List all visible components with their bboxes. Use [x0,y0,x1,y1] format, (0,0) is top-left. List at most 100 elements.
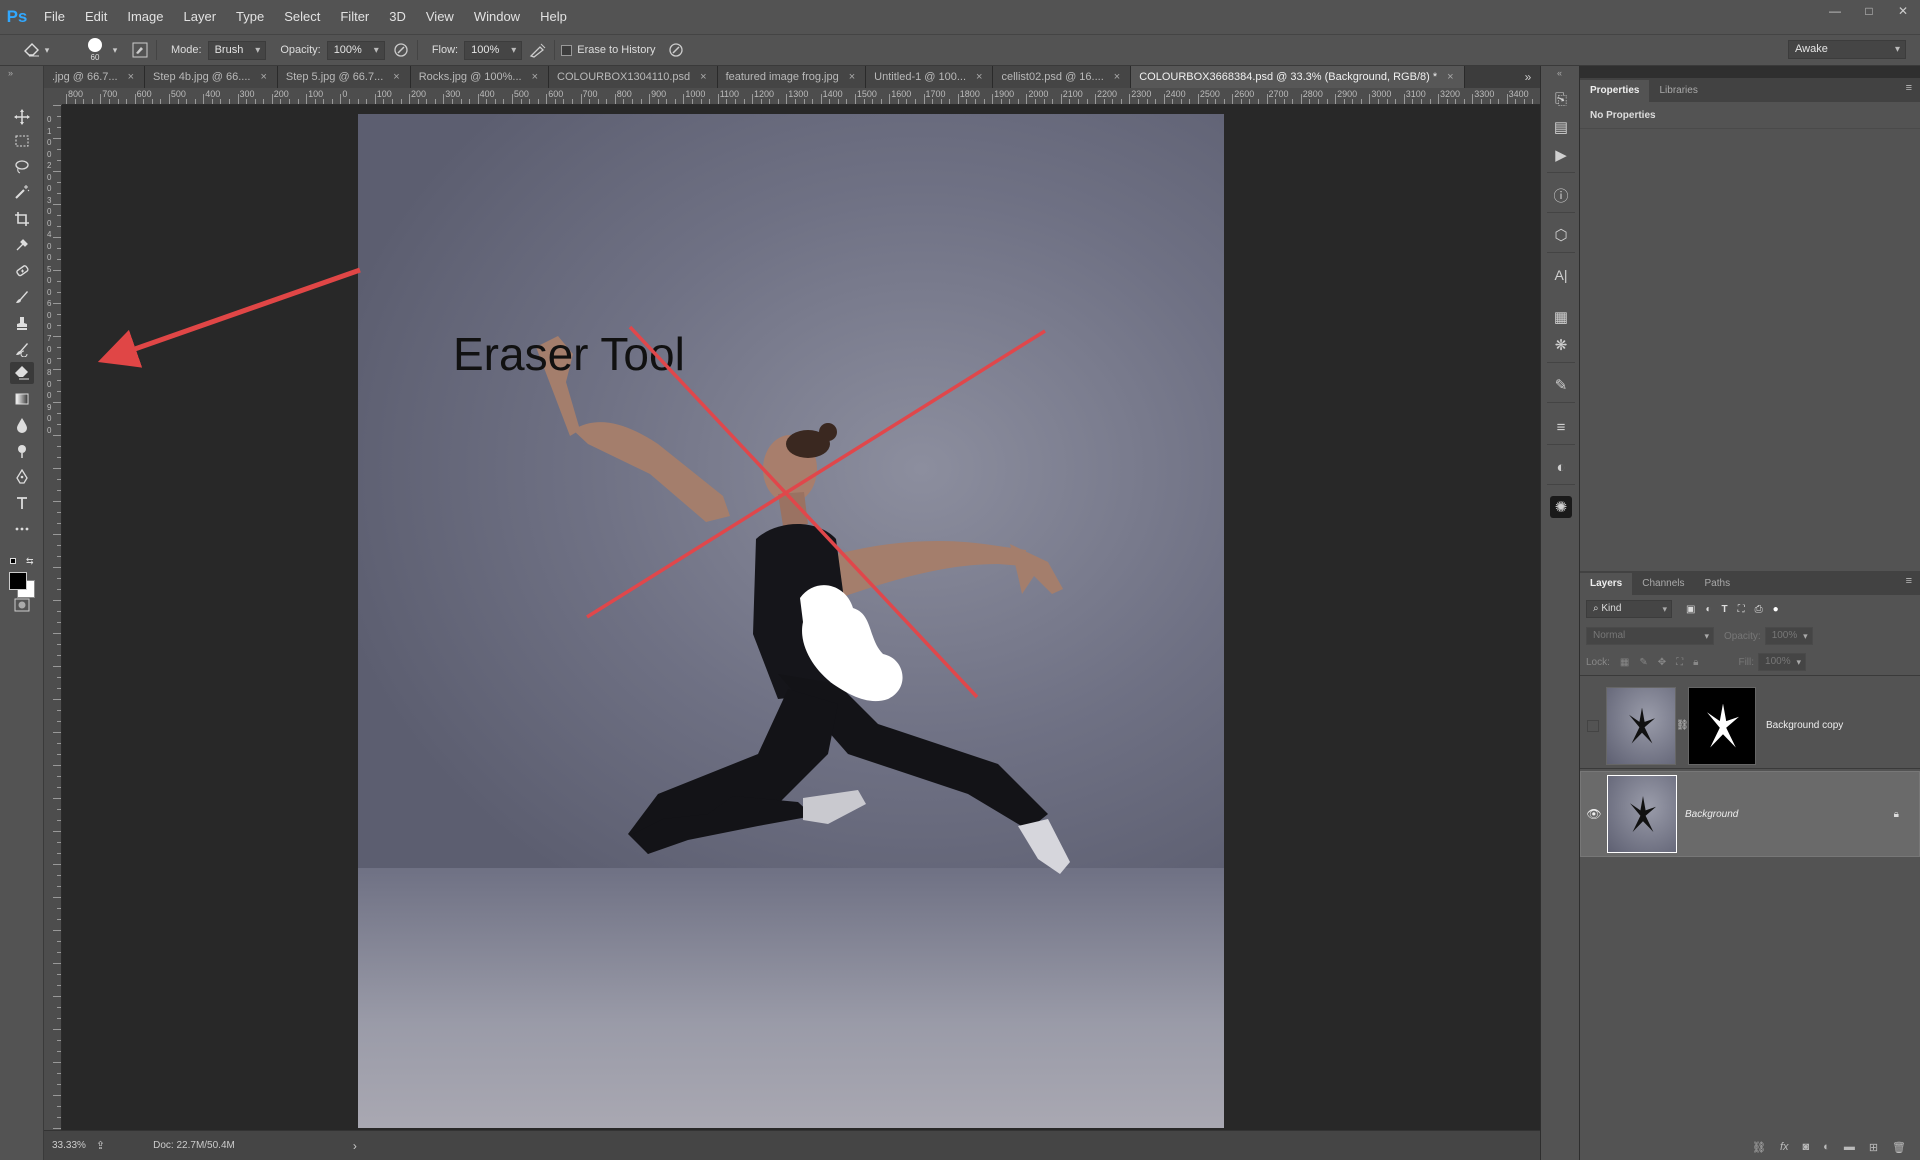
document-tab[interactable]: COLOURBOX1304110.psd × [549,66,718,88]
add-mask-icon[interactable]: ◙ [1803,1141,1810,1153]
zoom-level[interactable]: 33.33% [52,1140,86,1151]
filter-pixel-icon[interactable]: ▣ [1686,604,1695,615]
tab-close-icon[interactable]: × [532,66,538,88]
tab-libraries[interactable]: Libraries [1649,80,1707,102]
tab-close-icon[interactable]: × [976,66,982,88]
chevron-down-icon[interactable]: ▾ [110,40,120,60]
default-colors-icon[interactable]: ⇆ [10,556,34,568]
menu-filter[interactable]: Filter [330,0,379,34]
menu-help[interactable]: Help [530,0,577,34]
foreground-color-swatch[interactable] [9,572,27,590]
filter-smart-object-icon[interactable]: ⎙ [1755,604,1763,615]
tab-close-icon[interactable]: × [128,66,134,88]
tab-channels[interactable]: Channels [1632,573,1694,595]
menu-select[interactable]: Select [274,0,330,34]
collapse-dock-icon[interactable]: « [1557,68,1562,78]
type-tool-icon[interactable] [10,492,34,514]
lock-position-icon[interactable]: ✥ [1658,657,1666,668]
crop-tool-icon[interactable] [10,208,34,230]
tab-overflow-button[interactable]: » [1516,66,1540,88]
new-layer-icon[interactable]: ⊞ [1869,1141,1878,1154]
vertical-ruler[interactable]: 0 1 0 0 2 0 0 3 0 0 4 0 0 5 0 0 6 0 0 7 0 0 8 0 0 9 0 0 [44,105,62,1130]
close-window-button[interactable]: ✕ [1886,0,1920,24]
gradient-tool-icon[interactable] [10,388,34,410]
document-tab[interactable]: cellist02.psd @ 16.... × [993,66,1132,88]
menu-edit[interactable]: Edit [75,0,117,34]
horizontal-ruler[interactable]: 800 700 600 500 400 300 200 100 0 100 200 300 400 500… [62,88,1540,105]
dodge-tool-icon[interactable] [10,440,34,462]
tab-close-icon[interactable]: × [700,66,706,88]
tab-layers[interactable]: Layers [1580,573,1633,595]
layer-row-background[interactable]: 👁︎ Background 🔒︎ [1580,771,1920,857]
adjustments-sliders-icon[interactable]: ≡ [1550,416,1572,438]
pressure-size-icon[interactable] [666,40,686,60]
eye-icon[interactable]: 👁︎ [1581,807,1607,821]
layer-filter-dropdown[interactable]: ⌕ Kind [1586,600,1672,618]
document-tab[interactable]: .jpg @ 66.7... × [44,66,146,88]
document-tab[interactable]: Step 4b.jpg @ 66.... × [145,66,278,88]
delete-layer-icon[interactable]: 🗑︎ [1892,1141,1906,1154]
blur-tool-icon[interactable] [10,414,34,436]
flow-dropdown[interactable]: 100% [464,40,523,60]
layers-panel-menu-icon[interactable]: ≡ [1906,575,1912,587]
brush-panel-toggle-icon[interactable] [130,40,150,60]
plugin-icon[interactable]: ✺ [1550,496,1572,518]
magic-wand-tool-icon[interactable] [10,181,34,203]
new-group-icon[interactable]: ▬ [1844,1141,1855,1153]
layer-name[interactable]: Background [1685,809,1894,820]
layer-comps-icon[interactable]: ▤ [1550,116,1572,138]
share-icon[interactable]: ⇪ [96,1139,105,1152]
filter-type-icon[interactable]: T [1722,604,1728,615]
eraser-tool-icon[interactable] [10,362,34,384]
canvas-area[interactable]: Eraser Tool [62,105,1540,1130]
panel-menu-icon[interactable]: ≡ [1906,82,1912,94]
tab-paths[interactable]: Paths [1695,573,1741,595]
tab-close-icon[interactable]: × [1447,66,1453,88]
ruler-origin[interactable] [44,88,62,105]
lock-pixels-icon[interactable]: ✎ [1639,657,1647,668]
document-tab[interactable]: featured image frog.jpg × [717,66,867,88]
mask-link-icon[interactable]: ⛓ [1676,720,1689,731]
menu-view[interactable]: View [416,0,464,34]
styles-icon[interactable]: ❋ [1550,334,1572,356]
menu-image[interactable]: Image [117,0,173,34]
workspace-switcher[interactable]: Awake [1788,40,1906,59]
history-icon[interactable]: ⎘ [1550,88,1572,110]
pen-tool-icon[interactable] [10,466,34,488]
opacity-dropdown[interactable]: 100% [326,40,385,60]
document-tab[interactable]: Rocks.jpg @ 100%... × [410,66,550,88]
lasso-tool-icon[interactable] [10,156,34,178]
chevron-down-icon[interactable]: ▾ [42,40,52,60]
airbrush-icon[interactable] [528,40,548,60]
minimize-button[interactable]: — [1818,0,1852,24]
menu-type[interactable]: Type [226,0,274,34]
swatches-grid-icon[interactable]: ▦ [1550,306,1572,328]
character-icon[interactable]: A| [1550,264,1572,286]
tab-close-icon[interactable]: × [393,66,399,88]
move-tool-icon[interactable] [10,106,34,128]
menu-layer[interactable]: Layer [174,0,227,34]
clone-stamp-tool-icon[interactable] [10,312,34,334]
fill-field[interactable]: 100% [1758,653,1807,671]
layer-name[interactable]: Background copy [1766,720,1843,731]
tab-close-icon[interactable]: × [849,66,855,88]
quick-mask-icon[interactable] [10,594,34,616]
brushes-icon[interactable]: ✎ [1550,374,1572,396]
menu-window[interactable]: Window [464,0,530,34]
maximize-button[interactable]: □ [1852,0,1886,24]
erase-to-history-checkbox[interactable] [561,44,573,56]
menu-3d[interactable]: 3D [379,0,416,34]
blend-mode-dropdown[interactable]: Normal [1586,627,1714,645]
actions-play-icon[interactable]: ▶ [1550,144,1572,166]
info-icon[interactable]: ⓘ [1550,184,1572,206]
document-tab[interactable]: Untitled-1 @ 100... × [866,66,994,88]
layer-opacity-field[interactable]: 100% [1764,627,1813,645]
filter-shape-icon[interactable]: ⛶ [1738,604,1745,615]
marquee-tool-icon[interactable] [10,130,34,152]
visibility-toggle-off[interactable] [1587,719,1599,732]
fx-icon[interactable]: fx [1780,1141,1789,1153]
eyedropper-tool-icon[interactable] [10,234,34,256]
lock-transparency-icon[interactable]: ▦ [1620,657,1629,668]
document-tab[interactable]: Step 5.jpg @ 66.7... × [277,66,411,88]
new-adjustment-icon[interactable]: ◐ [1823,1141,1830,1153]
